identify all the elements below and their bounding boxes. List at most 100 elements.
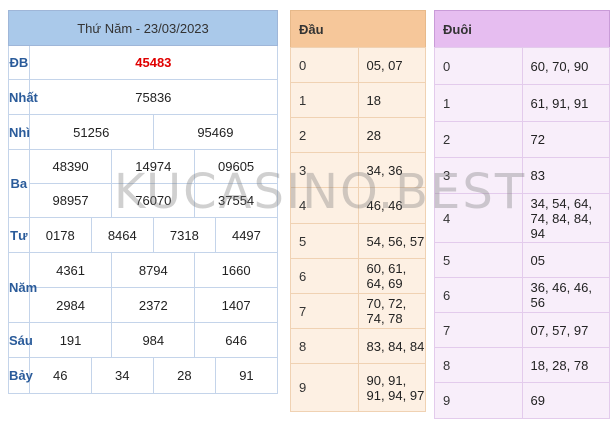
tail-digit-numbers: 36, 46, 46, 56	[521, 277, 610, 313]
row-third-prize-cont: 98957 76070 37554	[9, 183, 278, 218]
row-fourth-prize: Tư 0178 8464 7318 4497	[8, 217, 279, 253]
tail-digit-numbers: 07, 57, 97	[521, 312, 610, 348]
row-special-prize: ĐB 45483	[8, 45, 279, 80]
prize-label-fourth: Tư	[8, 217, 30, 253]
head-digit-digit: 1	[290, 82, 359, 118]
head-digit-row: 2 28	[290, 117, 426, 153]
fifth-prize-value: 1660	[194, 252, 278, 288]
seventh-prize-value: 46	[28, 357, 92, 394]
head-digit-digit: 4	[290, 187, 359, 224]
special-prize-value: 45483	[28, 45, 279, 80]
first-prize-value: 75836	[28, 79, 279, 115]
second-prize-value: 51256	[28, 114, 154, 150]
row-fifth-prize: Năm 4361 8794 1660	[8, 252, 278, 323]
tail-digit-row: 1 61, 91, 91	[434, 84, 610, 122]
head-digit-row: 6 60, 61, 64, 69	[290, 258, 426, 294]
fifth-prize-value: 4361	[28, 252, 113, 288]
tail-digit-numbers: 18, 28, 78	[521, 347, 610, 383]
seventh-prize-value: 34	[90, 357, 154, 394]
head-digit-row: 3 34, 36	[290, 152, 426, 188]
head-digit-numbers: 60, 61, 64, 69	[357, 258, 426, 294]
row-fifth-prize-cont: 2984 2372 1407	[9, 287, 278, 323]
tail-digit-digit: 5	[434, 242, 523, 278]
head-digit-header: Đầu	[290, 10, 426, 48]
prize-label-special: ĐB	[8, 45, 30, 80]
prize-label-sixth: Sáu	[8, 322, 33, 358]
tail-digit-digit: 2	[434, 121, 523, 158]
tail-digit-row: 6 36, 46, 46, 56	[434, 277, 610, 313]
tail-digit-digit: 6	[434, 277, 523, 313]
tail-digit-numbers: 05	[521, 242, 610, 278]
third-prize-value: 09605	[194, 149, 278, 184]
tail-digit-header: Đuôi	[434, 10, 610, 48]
tail-digit-digit: 1	[434, 84, 523, 122]
prize-label-second: Nhì	[8, 114, 30, 150]
head-digit-digit: 2	[290, 117, 359, 153]
tail-digit-numbers: 83	[521, 157, 610, 194]
tail-digit-row: 9 69	[434, 382, 610, 419]
head-digit-numbers: 54, 56, 57	[357, 223, 426, 259]
tail-digit-digit: 9	[434, 382, 523, 419]
tail-digit-row: 5 05	[434, 242, 610, 278]
prize-label-seventh: Bảy	[8, 357, 33, 394]
tail-digit-row: 2 72	[434, 121, 610, 158]
third-prize-value: 37554	[194, 183, 278, 218]
head-digit-row: 0 05, 07	[290, 47, 426, 83]
fourth-prize-value: 4497	[214, 217, 279, 253]
head-digit-numbers: 34, 36	[357, 152, 426, 188]
head-digit-numbers: 70, 72, 74, 78	[357, 293, 426, 329]
head-digit-numbers: 90, 91, 91, 94, 97	[357, 363, 426, 412]
second-prize-value: 95469	[152, 114, 279, 150]
fourth-prize-value: 0178	[28, 217, 92, 253]
head-digit-digit: 8	[290, 328, 359, 364]
head-digit-row: 5 54, 56, 57	[290, 223, 426, 259]
seventh-prize-value: 28	[152, 357, 216, 394]
tail-digit-numbers: 72	[521, 121, 610, 158]
row-seventh-prize: Bảy 46 34 28 91	[8, 357, 279, 394]
fourth-prize-value: 8464	[90, 217, 154, 253]
sixth-prize-value: 646	[194, 322, 278, 358]
head-digit-row: 7 70, 72, 74, 78	[290, 293, 426, 329]
tail-digit-numbers: 61, 91, 91	[521, 84, 610, 122]
results-date-title: Thứ Năm - 23/03/2023	[8, 10, 278, 46]
fifth-prize-value: 2372	[111, 287, 196, 323]
tail-digit-row: 0 60, 70, 90	[434, 47, 610, 85]
head-digit-digit: 9	[290, 363, 359, 412]
prize-label-first: Nhất	[8, 79, 38, 115]
lottery-results-table: Thứ Năm - 23/03/2023 ĐB 45483 Nhất 75836…	[8, 10, 279, 394]
tail-digit-numbers: 34, 54, 64, 74, 84, 84, 94	[521, 193, 610, 243]
tail-digit-row: 4 34, 54, 64, 74, 84, 84, 94	[434, 193, 610, 243]
third-prize-value: 98957	[28, 183, 113, 218]
tail-digit-numbers: 60, 70, 90	[521, 47, 610, 85]
head-digit-row: 1 18	[290, 82, 426, 118]
row-second-prize: Nhì 51256 95469	[8, 114, 279, 150]
head-digit-numbers: 18	[357, 82, 426, 118]
row-first-prize: Nhất 75836	[8, 79, 279, 115]
fifth-prize-value: 2984	[28, 287, 113, 323]
head-digit-digit: 3	[290, 152, 359, 188]
tail-digit-table: Đuôi 0 60, 70, 90 1 61, 91, 91 2 72 3 83 4 34, 54…	[434, 10, 610, 419]
third-prize-value: 76070	[111, 183, 196, 218]
head-digit-numbers: 46, 46	[357, 187, 426, 224]
head-digit-numbers: 05, 07	[357, 47, 426, 83]
tail-digit-row: 8 18, 28, 78	[434, 347, 610, 383]
tail-digit-row: 3 83	[434, 157, 610, 194]
head-digit-row: 9 90, 91, 91, 94, 97	[290, 363, 426, 412]
head-digit-numbers: 83, 84, 84	[357, 328, 426, 364]
head-digit-digit: 7	[290, 293, 359, 329]
sixth-prize-value: 191	[28, 322, 113, 358]
head-digit-digit: 0	[290, 47, 359, 83]
tail-digit-digit: 8	[434, 347, 523, 383]
tail-digit-digit: 3	[434, 157, 523, 194]
fifth-prize-value: 1407	[194, 287, 278, 323]
tail-digit-digit: 4	[434, 193, 523, 243]
third-prize-value: 14974	[111, 149, 196, 184]
tail-digit-row: 7 07, 57, 97	[434, 312, 610, 348]
third-prize-value: 48390	[28, 149, 113, 184]
tail-digit-digit: 0	[434, 47, 523, 85]
prize-label-fifth: Năm	[8, 252, 37, 323]
fifth-prize-value: 8794	[111, 252, 196, 288]
head-digit-row: 4 46, 46	[290, 187, 426, 224]
head-digit-row: 8 83, 84, 84	[290, 328, 426, 364]
row-sixth-prize: Sáu 191 984 646	[8, 322, 278, 358]
